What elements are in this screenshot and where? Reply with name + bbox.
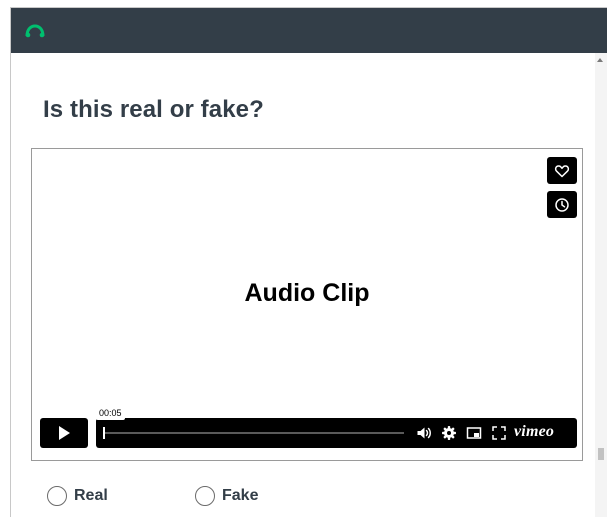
video-control-bar: vimeo <box>96 418 577 448</box>
picture-in-picture-icon[interactable] <box>466 425 482 441</box>
survey-window: Is this real or fake? Audio Clip vimeo 0… <box>10 7 607 517</box>
like-button[interactable] <box>547 157 577 184</box>
vertical-scrollbar[interactable] <box>595 53 607 517</box>
clock-icon <box>555 197 569 212</box>
vimeo-logo[interactable]: vimeo <box>514 423 554 441</box>
play-button[interactable] <box>40 418 88 448</box>
video-title-card: Audio Clip <box>244 279 370 307</box>
video-player[interactable]: Audio Clip vimeo 00:05 <box>31 148 583 461</box>
watch-later-button[interactable] <box>547 191 577 218</box>
option-real-label[interactable]: Real <box>74 487 108 505</box>
option-fake[interactable]: Fake <box>195 486 258 506</box>
question-title: Is this real or fake? <box>43 96 264 123</box>
progress-track[interactable] <box>104 432 404 434</box>
fullscreen-icon[interactable] <box>491 425 507 441</box>
volume-icon[interactable] <box>416 425 432 441</box>
radio-fake[interactable] <box>195 486 215 506</box>
option-real[interactable]: Real <box>47 486 108 506</box>
scroll-up-arrow-icon[interactable] <box>597 58 603 62</box>
heart-icon <box>554 164 570 177</box>
option-fake-label[interactable]: Fake <box>222 487 258 505</box>
progress-handle[interactable] <box>103 427 105 439</box>
surveymonkey-logo-icon[interactable] <box>25 24 45 38</box>
play-icon <box>59 426 70 440</box>
current-time-label: 00:05 <box>96 407 125 420</box>
gear-icon[interactable] <box>441 425 457 441</box>
radio-real[interactable] <box>47 486 67 506</box>
top-bar <box>11 8 607 53</box>
scrollbar-thumb[interactable] <box>598 448 604 460</box>
